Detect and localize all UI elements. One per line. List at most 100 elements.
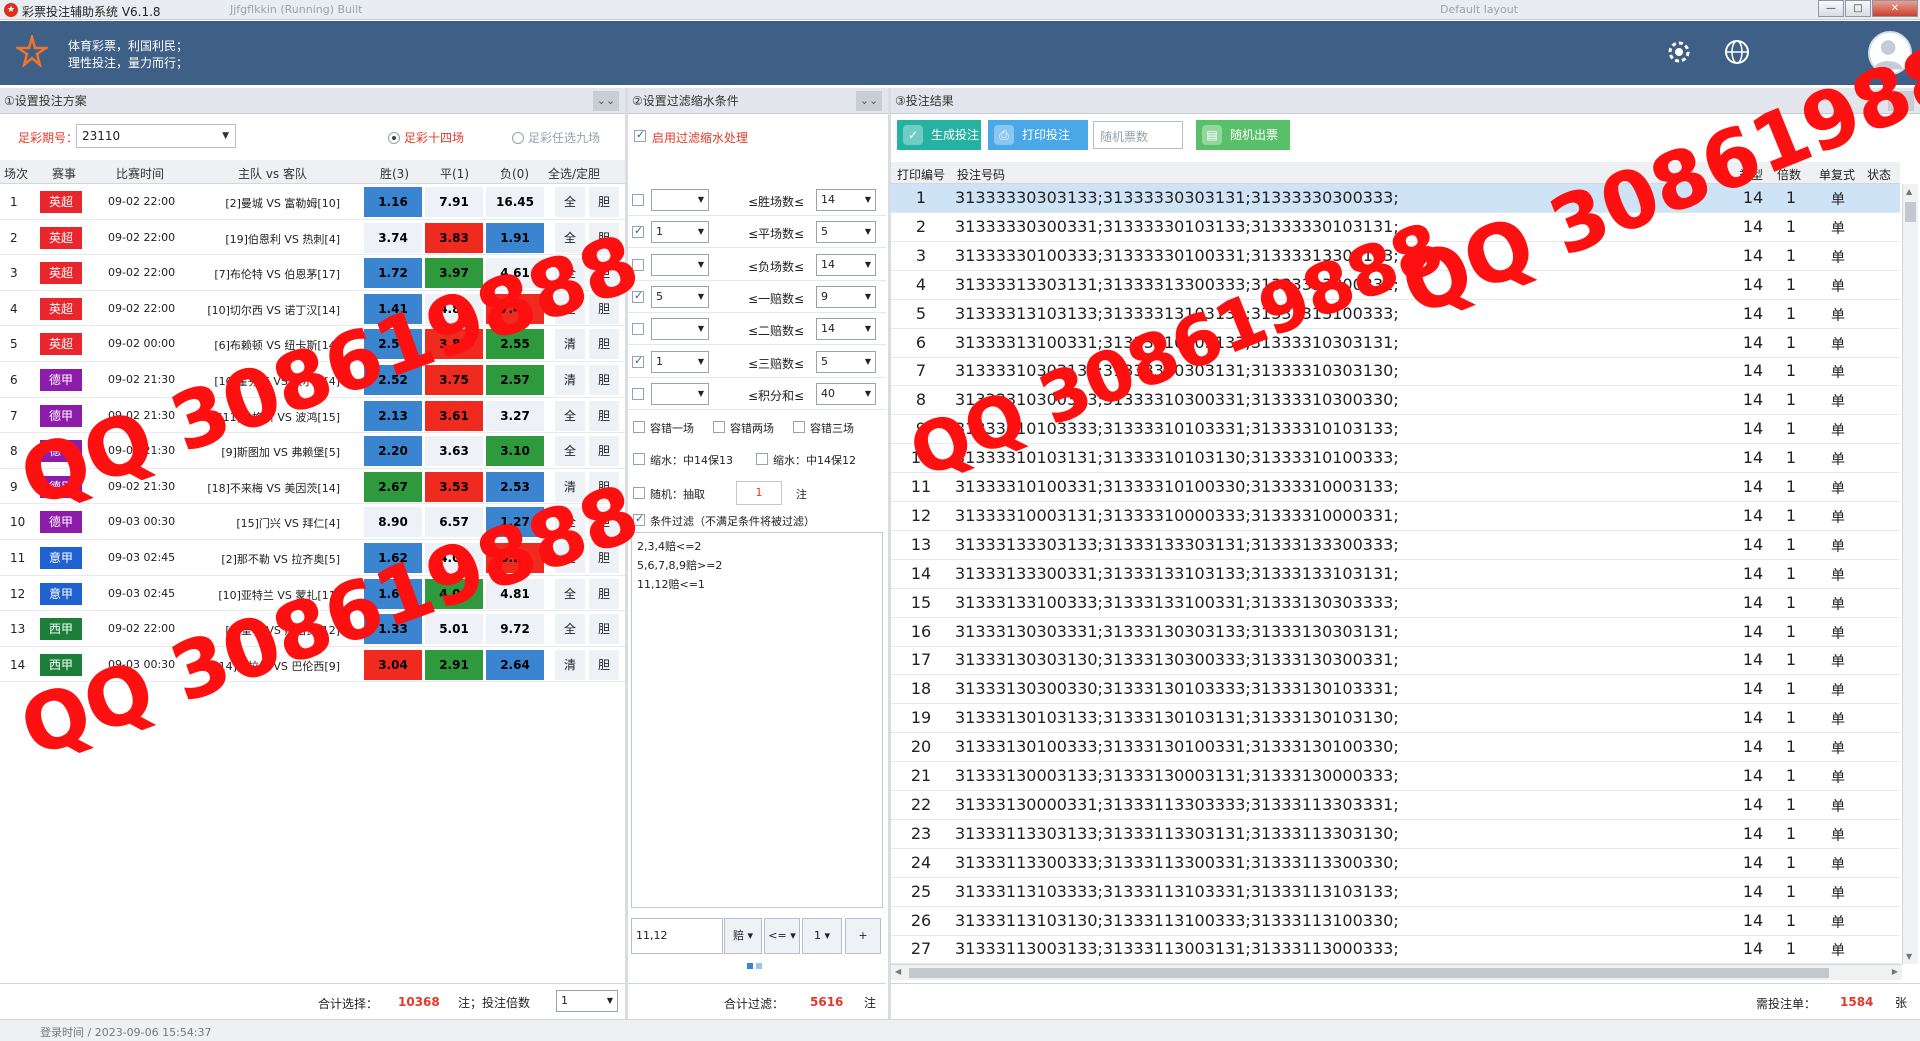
filter-checkbox[interactable] xyxy=(632,289,644,303)
odds-draw[interactable]: 3.82 xyxy=(425,329,483,360)
odds-lose[interactable]: 2.55 xyxy=(486,329,544,360)
odds-draw[interactable]: 5.01 xyxy=(425,614,483,645)
random-checkbox[interactable] xyxy=(633,487,645,499)
scrollbar-thumb[interactable] xyxy=(909,968,1829,978)
match-row[interactable]: 1 英超 09-02 22:00 [2]曼城 VS 富勒姆[10] 1.16 7.91 16… xyxy=(0,184,625,220)
result-row[interactable]: 22 31333130000331;31333113303333;31333113… xyxy=(891,791,1900,820)
select-all-button[interactable]: 全 xyxy=(555,222,585,253)
banker-button[interactable]: 胆 xyxy=(589,258,619,289)
operator-select[interactable]: <= ▾ xyxy=(764,918,800,954)
odds-draw[interactable]: 3.97 xyxy=(425,258,483,289)
match-row[interactable]: 10 德甲 09-03 00:30 [15]门兴 VS 拜仁[4] 8.90 6.57 1.… xyxy=(0,504,625,540)
match-row[interactable]: 2 英超 09-02 22:00 [19]伯恩利 VS 热刺[4] 3.74 3.83 1.… xyxy=(0,220,625,256)
select-all-button[interactable]: 全 xyxy=(555,507,585,538)
result-row[interactable]: 19 31333130103133;31333130103131;31333130… xyxy=(891,704,1900,734)
banker-button[interactable]: 胆 xyxy=(589,187,619,217)
result-row[interactable]: 4 31333313303131;31333313300333;313333133… xyxy=(891,271,1900,300)
filter-max-select[interactable]: 40 ▼ xyxy=(816,382,876,405)
odds-win[interactable]: 1.16 xyxy=(364,187,422,217)
filter-checkbox[interactable] xyxy=(632,224,644,239)
odds-win[interactable]: 3.74 xyxy=(364,222,422,253)
scroll-left-arrow-icon[interactable]: ◀ xyxy=(895,967,901,976)
select-all-button[interactable]: 清 xyxy=(555,329,585,360)
match-row[interactable]: 5 英超 09-02 00:00 [6]布赖顿 VS 纽卡斯[14] 2.52 3.82 2… xyxy=(0,326,625,362)
result-row[interactable]: 8 31333310300333;31333310300331;313333103… xyxy=(891,386,1900,416)
odds-win[interactable]: 2.20 xyxy=(364,436,422,467)
match-row[interactable]: 12 意甲 09-03 02:45 [10]亚特兰 VS 蒙扎[11] 1.67 4.06… xyxy=(0,576,625,612)
odds-lose[interactable]: 1.27 xyxy=(486,507,544,538)
result-row[interactable]: 7 31333310303133;31333310303131;313333103… xyxy=(891,357,1900,387)
panel3-collapse-chevron-icon[interactable]: ⌄⌄ xyxy=(1888,91,1914,111)
filter-min-select[interactable]: ▼ xyxy=(651,318,709,341)
odds-win[interactable]: 3.04 xyxy=(364,649,422,680)
odds-draw[interactable]: 3.83 xyxy=(425,222,483,253)
match-row[interactable]: 8 德甲 09-02 21:30 [9]斯图加 VS 弗赖堡[5] 2.20 3.63 3.… xyxy=(0,433,625,469)
match-row[interactable]: 4 英超 09-02 22:00 [10]切尔西 VS 诺丁汉[14] 1.41 4.82… xyxy=(0,291,625,327)
select-all-button[interactable]: 清 xyxy=(555,649,585,680)
filter-checkbox[interactable] xyxy=(632,387,644,400)
maximize-button[interactable]: □ xyxy=(1845,0,1871,17)
banker-button[interactable]: 胆 xyxy=(589,365,619,395)
result-row[interactable]: 23 31333113303133;31333113303131;31333113… xyxy=(891,820,1900,849)
odds-draw[interactable]: 3.63 xyxy=(425,436,483,467)
odds-draw[interactable]: 2.91 xyxy=(425,649,483,680)
odds-lose[interactable]: 4.81 xyxy=(486,578,544,609)
result-row[interactable]: 2 31333330300331;31333330103133;313333301… xyxy=(891,213,1900,242)
number-select[interactable]: 1 ▾ xyxy=(802,918,842,954)
odds-lose[interactable]: 2.53 xyxy=(486,471,544,502)
panel1-collapse-chevron-icon[interactable]: ⌄⌄ xyxy=(593,91,619,111)
odds-win[interactable]: 1.62 xyxy=(364,543,422,573)
banker-button[interactable]: 胆 xyxy=(589,507,619,538)
filter-min-select[interactable]: 1 ▼ xyxy=(651,221,709,244)
scroll-down-arrow-icon[interactable]: ▼ xyxy=(1906,952,1912,961)
result-row[interactable]: 24 31333113300333;31333113300331;31333113… xyxy=(891,849,1900,878)
odds-lose[interactable]: 2.57 xyxy=(486,365,544,395)
banker-button[interactable]: 胆 xyxy=(589,614,619,645)
result-row[interactable]: 16 31333130303331;31333130303133;31333130… xyxy=(891,618,1900,647)
result-row[interactable]: 1 31333330303133;31333330303131;313333303… xyxy=(891,184,1900,213)
add-condition-button[interactable]: + xyxy=(845,918,881,954)
shrink-13-checkbox[interactable] xyxy=(633,453,645,465)
odds-draw[interactable]: 4.06 xyxy=(425,578,483,609)
result-row[interactable]: 10 31333310103131;31333310103130;31333310… xyxy=(891,444,1900,474)
scrollbar-thumb[interactable] xyxy=(1905,202,1916,222)
random-count-input[interactable]: 1 xyxy=(736,481,782,505)
odds-draw[interactable]: 3.75 xyxy=(425,365,483,395)
odds-draw[interactable]: 6.57 xyxy=(425,507,483,538)
match-row[interactable]: 11 意甲 09-03 02:45 [2]那不勒 VS 拉齐奥[5] 1.62 4.08 5… xyxy=(0,540,625,576)
tolerance-2-checkbox[interactable] xyxy=(713,421,725,433)
result-row[interactable]: 12 31333310003131;31333310000333;31333310… xyxy=(891,502,1900,531)
filter-max-select[interactable]: 5 ▼ xyxy=(816,350,876,373)
select-all-button[interactable]: 全 xyxy=(555,436,585,467)
odds-draw[interactable]: 4.08 xyxy=(425,543,483,573)
filter-min-select[interactable]: 5 ▼ xyxy=(651,285,709,308)
result-row[interactable]: 14 31333133300331;31333133103133;31333133… xyxy=(891,560,1900,589)
odds-lose[interactable]: 7.48 xyxy=(486,293,544,324)
select-all-button[interactable]: 全 xyxy=(555,187,585,217)
radio-9-matches[interactable]: 足彩任选九场 xyxy=(512,129,600,146)
random-ticket-input[interactable]: 随机票数 xyxy=(1093,121,1183,149)
odds-win[interactable]: 1.41 xyxy=(364,293,422,324)
settings-gear-icon[interactable] xyxy=(1665,38,1693,66)
match-row[interactable]: 14 西甲 09-03 00:30 [14]阿拉维 VS 巴伦西[9] 3.04 2.91… xyxy=(0,647,625,683)
odds-win[interactable]: 8.90 xyxy=(364,507,422,538)
enable-filter-checkbox[interactable] xyxy=(634,128,646,142)
odds-lose[interactable]: 9.72 xyxy=(486,614,544,645)
odds-lose[interactable]: 3.10 xyxy=(486,436,544,467)
select-all-button[interactable]: 全 xyxy=(555,578,585,609)
match-row[interactable]: 7 德甲 09-02 21:30 [11]奥格斯 VS 波鸿[15] 2.13 3.61 3… xyxy=(0,398,625,434)
tolerance-3-checkbox[interactable] xyxy=(793,421,805,433)
result-row[interactable]: 20 31333130100333;31333130100331;31333130… xyxy=(891,733,1900,763)
result-row[interactable]: 5 31333313103133;31333313103131;313333131… xyxy=(891,300,1900,329)
horizontal-scrollbar[interactable]: ◀ ▶ xyxy=(891,964,1902,980)
filter-min-select[interactable]: ▼ xyxy=(651,253,709,276)
odds-draw[interactable]: 3.53 xyxy=(425,471,483,502)
operand-select[interactable]: 赔 ▾ xyxy=(724,918,762,954)
random-ticket-button[interactable]: ▤ 随机出票 xyxy=(1196,120,1290,150)
multiplier-select[interactable]: 1 ▼ xyxy=(556,990,618,1012)
odds-draw[interactable]: 3.61 xyxy=(425,400,483,431)
scroll-up-arrow-icon[interactable]: ▲ xyxy=(1906,187,1912,196)
result-row[interactable]: 26 31333113103130;31333113100333;31333113… xyxy=(891,907,1900,936)
filter-min-select[interactable]: ▼ xyxy=(651,382,709,405)
panel2-collapse-chevron-icon[interactable]: ⌄⌄ xyxy=(856,91,882,111)
